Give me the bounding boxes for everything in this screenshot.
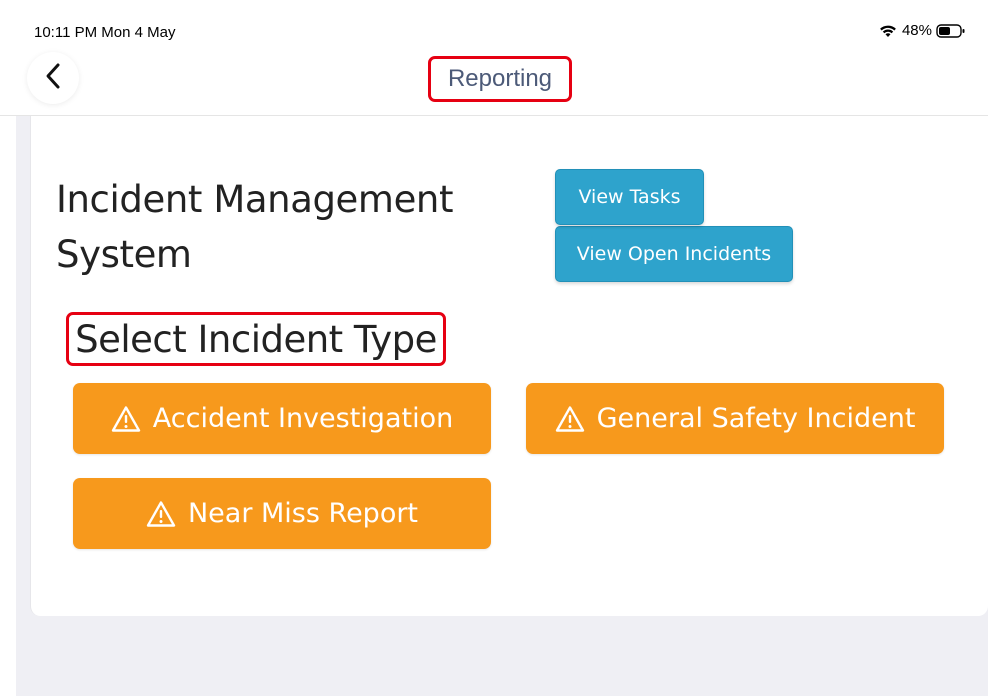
back-button[interactable]: [27, 52, 79, 104]
section-title: Select Incident Type: [66, 312, 446, 366]
chevron-left-icon: [43, 62, 63, 95]
accident-investigation-label: Accident Investigation: [152, 403, 454, 434]
status-time: 10:11 PM Mon 4 May: [34, 24, 176, 41]
view-tasks-button[interactable]: View Tasks: [555, 169, 704, 225]
status-bar: 10:11 PM Mon 4 May 48%: [0, 0, 988, 56]
app-title: Incident Management System: [56, 178, 454, 276]
warning-icon: [146, 500, 176, 528]
general-safety-incident-label: General Safety Incident: [596, 403, 916, 434]
general-safety-incident-button[interactable]: General Safety Incident: [526, 383, 944, 454]
warning-icon: [555, 405, 585, 433]
accident-investigation-button[interactable]: Accident Investigation: [73, 383, 491, 454]
warning-icon: [111, 405, 141, 433]
battery-percent: 48%: [901, 22, 932, 39]
near-miss-report-label: Near Miss Report: [187, 498, 419, 529]
page-title: Reporting: [428, 56, 572, 102]
battery-icon: [936, 23, 966, 39]
near-miss-report-button[interactable]: Near Miss Report: [73, 478, 491, 549]
wifi-icon: [878, 23, 898, 39]
status-right: 48%: [878, 22, 966, 39]
nav-bar: Reporting: [0, 50, 988, 116]
view-open-incidents-button[interactable]: View Open Incidents: [555, 226, 793, 282]
